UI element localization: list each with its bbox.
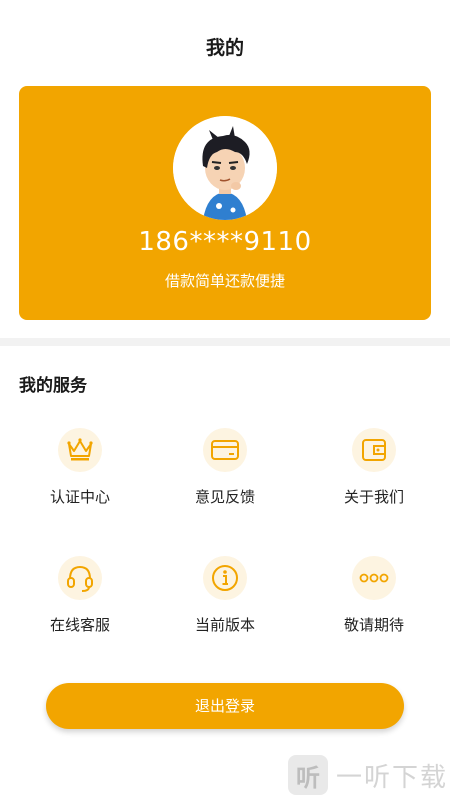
service-certification[interactable]: 认证中心 [20, 428, 140, 528]
service-label: 认证中心 [49, 488, 110, 506]
card-icon [203, 428, 247, 472]
tagline: 借款简单还款便捷 [164, 272, 285, 290]
headset-icon [58, 556, 102, 600]
avatar[interactable] [173, 116, 277, 220]
service-label: 当前版本 [194, 616, 255, 634]
watermark: 听 一听下载 [288, 750, 450, 800]
service-feedback[interactable]: 意见反馈 [165, 428, 285, 528]
header: 我的 [0, 0, 450, 86]
page-title: 我的 [205, 37, 244, 59]
more-icon [352, 556, 396, 600]
info-icon [203, 556, 247, 600]
service-about-us[interactable]: 关于我们 [314, 428, 434, 528]
logout-button[interactable]: 退出登录 [46, 683, 404, 729]
profile-card: 186****9110 借款简单还款便捷 [19, 86, 431, 320]
services-title: 我的服务 [19, 376, 87, 396]
service-label: 在线客服 [49, 616, 110, 634]
section-divider [0, 338, 450, 346]
service-label: 敬请期待 [343, 616, 404, 634]
watermark-text: 一听下载 [336, 762, 449, 793]
watermark-logo: 听 [288, 755, 328, 795]
phone-number: 186****9110 [138, 227, 312, 257]
wallet-icon [352, 428, 396, 472]
service-label: 关于我们 [343, 488, 404, 506]
service-coming-soon[interactable]: 敬请期待 [314, 556, 434, 656]
crown-icon [58, 428, 102, 472]
service-label: 意见反馈 [194, 488, 255, 506]
service-online-support[interactable]: 在线客服 [20, 556, 140, 656]
service-current-version[interactable]: 当前版本 [165, 556, 285, 656]
